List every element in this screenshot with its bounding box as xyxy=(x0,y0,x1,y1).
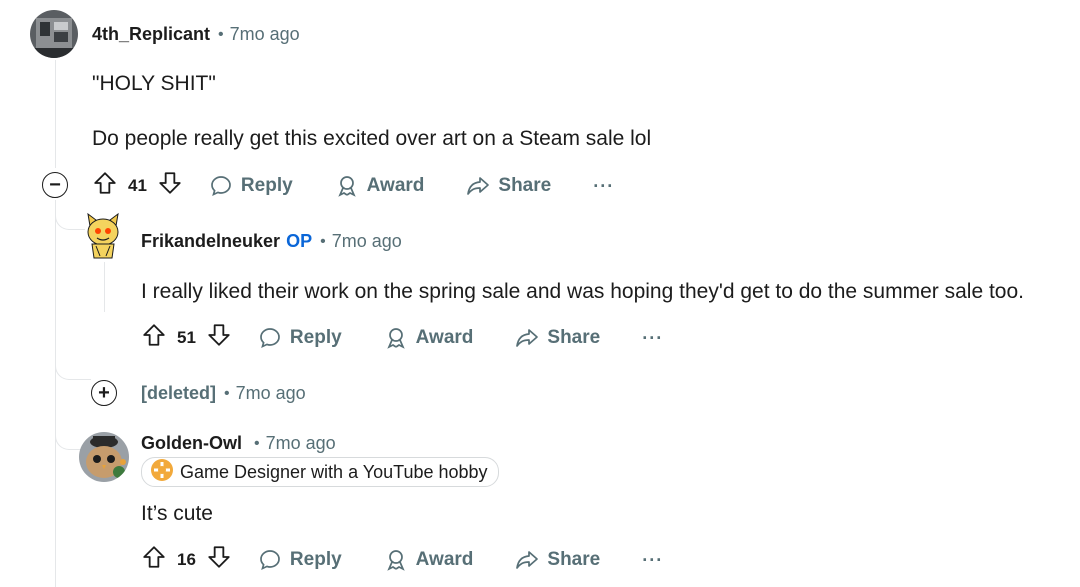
avatar[interactable] xyxy=(30,10,78,58)
award-button[interactable]: Award xyxy=(335,174,425,198)
comment-meta: Golden-Owl • 7mo ago xyxy=(141,433,336,454)
expand-toggle-button[interactable]: + xyxy=(91,380,117,406)
user-flair: Game Designer with a YouTube hobby xyxy=(141,457,499,487)
award-label: Award xyxy=(415,549,474,570)
reply-button[interactable]: Reply xyxy=(258,326,342,350)
chat-bubble-icon xyxy=(260,550,280,571)
thread-branch-2 xyxy=(55,340,91,380)
reply-label: Reply xyxy=(289,549,342,570)
award-label: Award xyxy=(415,327,474,348)
award-label: Award xyxy=(366,175,425,196)
award-icon xyxy=(386,328,405,349)
vote-group: 41 xyxy=(92,170,183,202)
timestamp[interactable]: 7mo ago xyxy=(230,24,300,45)
separator-dot: • xyxy=(224,384,230,402)
share-label: Share xyxy=(547,327,601,348)
avatar[interactable] xyxy=(82,210,124,260)
award-icon xyxy=(337,176,356,197)
timestamp[interactable]: 7mo ago xyxy=(266,433,336,454)
tf2-icon xyxy=(150,458,174,487)
share-icon xyxy=(516,551,539,569)
thread-line-root[interactable] xyxy=(55,60,56,168)
more-options-button[interactable]: ··· xyxy=(593,176,614,197)
comment-meta: [deleted] • 7mo ago xyxy=(141,383,306,404)
share-icon xyxy=(467,177,490,195)
author-name[interactable]: Golden-Owl xyxy=(141,433,242,454)
comment-meta: 4th_Replicant • 7mo ago xyxy=(92,24,300,45)
thread-branch-3 xyxy=(55,420,83,450)
author-name[interactable]: Frikandelneuker xyxy=(141,231,280,252)
comment-actions: 16 Reply Award Share ··· xyxy=(141,542,663,578)
thread-line-child[interactable] xyxy=(104,262,105,312)
separator-dot: • xyxy=(320,232,326,250)
share-button[interactable]: Share xyxy=(515,326,600,350)
reply-button[interactable]: Reply xyxy=(258,548,342,572)
more-options-button[interactable]: ··· xyxy=(642,328,663,349)
comment-thread: 4th_Replicant • 7mo ago "HOLY SHIT" Do p… xyxy=(0,0,1080,587)
share-button[interactable]: Share xyxy=(515,548,600,572)
thread-branch-1 xyxy=(55,200,85,230)
upvote-icon[interactable] xyxy=(92,170,118,202)
vote-count: 16 xyxy=(177,550,196,569)
flair-text: Game Designer with a YouTube hobby xyxy=(180,461,488,482)
downvote-icon[interactable] xyxy=(206,322,232,354)
award-button[interactable]: Award xyxy=(384,326,474,350)
share-icon xyxy=(516,329,539,347)
comment-actions: 51 Reply Award Share ··· xyxy=(141,320,663,356)
op-badge: OP xyxy=(286,231,313,251)
award-icon xyxy=(386,550,405,571)
comment-body-line: "HOLY SHIT" xyxy=(92,72,216,95)
reply-label: Reply xyxy=(289,327,342,348)
vote-group: 51 xyxy=(141,322,232,354)
thread-line-root-lower[interactable] xyxy=(55,200,56,587)
timestamp[interactable]: 7mo ago xyxy=(236,383,306,404)
share-label: Share xyxy=(498,175,552,196)
deleted-author: [deleted] xyxy=(141,383,217,403)
timestamp[interactable]: 7mo ago xyxy=(332,231,402,252)
collapse-toggle-button[interactable]: − xyxy=(42,172,68,198)
author-name[interactable]: 4th_Replicant xyxy=(92,24,210,45)
vote-group: 16 xyxy=(141,544,232,576)
chat-bubble-icon xyxy=(211,176,231,197)
comment-meta: Frikandelneuker OP • 7mo ago xyxy=(141,231,402,252)
reply-button[interactable]: Reply xyxy=(209,174,293,198)
upvote-icon[interactable] xyxy=(141,544,167,576)
downvote-icon[interactable] xyxy=(206,544,232,576)
award-button[interactable]: Award xyxy=(384,548,474,572)
comment-actions: 41 Reply Award Share ··· xyxy=(92,168,614,204)
chat-bubble-icon xyxy=(260,328,280,349)
upvote-icon[interactable] xyxy=(141,322,167,354)
vote-count: 51 xyxy=(177,328,196,347)
separator-dot: • xyxy=(254,434,260,452)
share-label: Share xyxy=(547,549,601,570)
comment-body-line: I really liked their work on the spring … xyxy=(141,280,1024,303)
comment-body-line: It’s cute xyxy=(141,502,213,525)
reply-label: Reply xyxy=(240,175,293,196)
separator-dot: • xyxy=(218,25,224,43)
more-options-button[interactable]: ··· xyxy=(642,550,663,571)
downvote-icon[interactable] xyxy=(157,170,183,202)
comment-body-line: Do people really get this excited over a… xyxy=(92,127,652,150)
avatar[interactable] xyxy=(79,432,129,482)
vote-count: 41 xyxy=(128,176,147,195)
share-button[interactable]: Share xyxy=(466,174,551,198)
